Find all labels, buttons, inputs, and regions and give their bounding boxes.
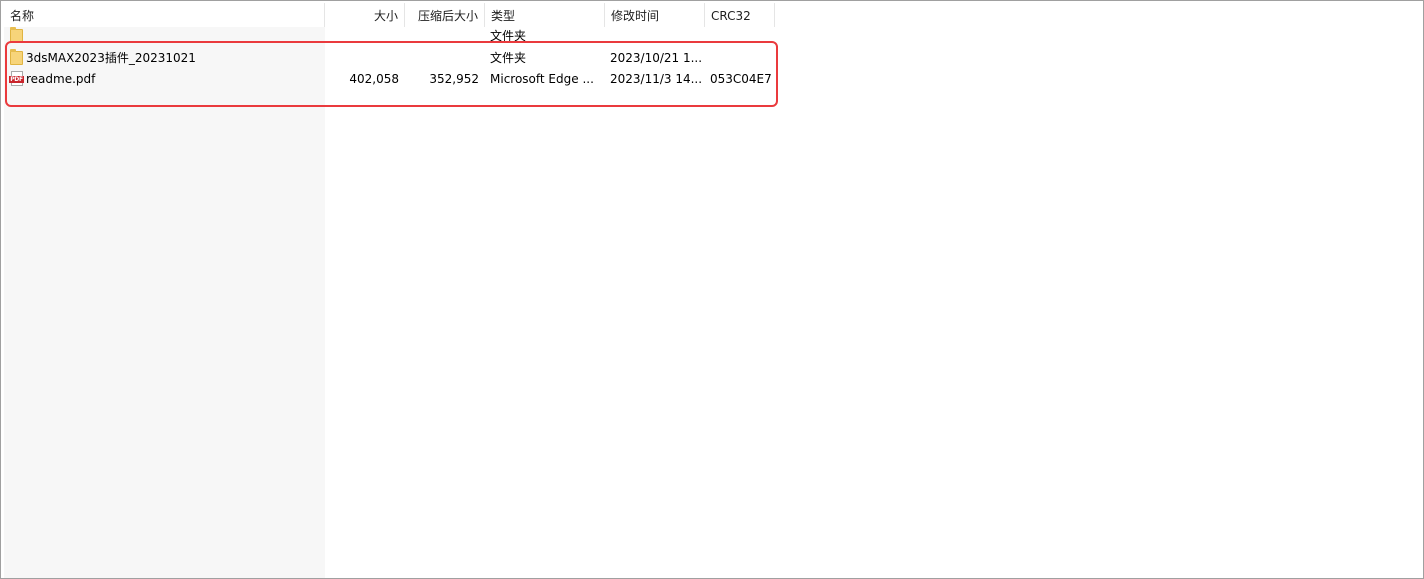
row-packed-size: 352,952 [429, 72, 479, 86]
row-name [26, 27, 316, 48]
table-row[interactable]: 文件夹 [4, 27, 775, 48]
pdf-icon-tag: PDF [9, 76, 24, 83]
row-name: readme.pdf [26, 72, 96, 86]
row-packed-size [405, 48, 479, 69]
column-header-bar: 名称 ⌃ 大小 压缩后大小 类型 修改时间 CRC32 [4, 3, 775, 27]
column-header-size-label: 大小 [373, 9, 398, 23]
sort-ascending-icon: ⌃ [159, 3, 168, 8]
column-header-crc[interactable]: CRC32 [705, 3, 775, 27]
column-header-type[interactable]: 类型 [485, 3, 605, 27]
row-size: 402,058 [349, 72, 399, 86]
column-header-size[interactable]: 大小 [325, 3, 405, 27]
row-modified: 2023/11/3 14... [610, 72, 703, 86]
row-type: Microsoft Edge ... [490, 72, 594, 86]
row-crc [710, 48, 774, 69]
column-header-modified[interactable]: 修改时间 [605, 3, 705, 27]
table-row[interactable]: 3dsMAX2023插件_20231021 文件夹 2023/10/21 1..… [4, 48, 775, 69]
row-type: 文件夹 [490, 29, 527, 43]
column-header-crc-label: CRC32 [711, 9, 751, 23]
table-row[interactable]: PDF readme.pdf 402,058 352,952 Microsoft… [4, 69, 775, 90]
row-crc: 053C04E7 [710, 72, 772, 86]
column-header-modified-label: 修改时间 [611, 9, 660, 23]
archive-file-list: 名称 ⌃ 大小 压缩后大小 类型 修改时间 CRC32 文件夹 3dsMAX20… [0, 0, 1424, 579]
row-size [325, 48, 399, 69]
row-modified: 2023/10/21 1... [610, 51, 702, 65]
row-type: 文件夹 [490, 51, 527, 65]
folder-icon [10, 49, 23, 65]
column-header-packed-size[interactable]: 压缩后大小 [405, 3, 485, 27]
folder-icon [10, 27, 23, 43]
name-column-background [4, 27, 325, 578]
row-name: 3dsMAX2023插件_20231021 [26, 51, 196, 65]
column-header-packed-size-label: 压缩后大小 [417, 9, 478, 23]
column-header-type-label: 类型 [491, 9, 516, 23]
column-header-name-label: 名称 [10, 9, 35, 23]
column-header-name[interactable]: 名称 ⌃ [4, 3, 325, 27]
pdf-icon: PDF [9, 71, 24, 87]
